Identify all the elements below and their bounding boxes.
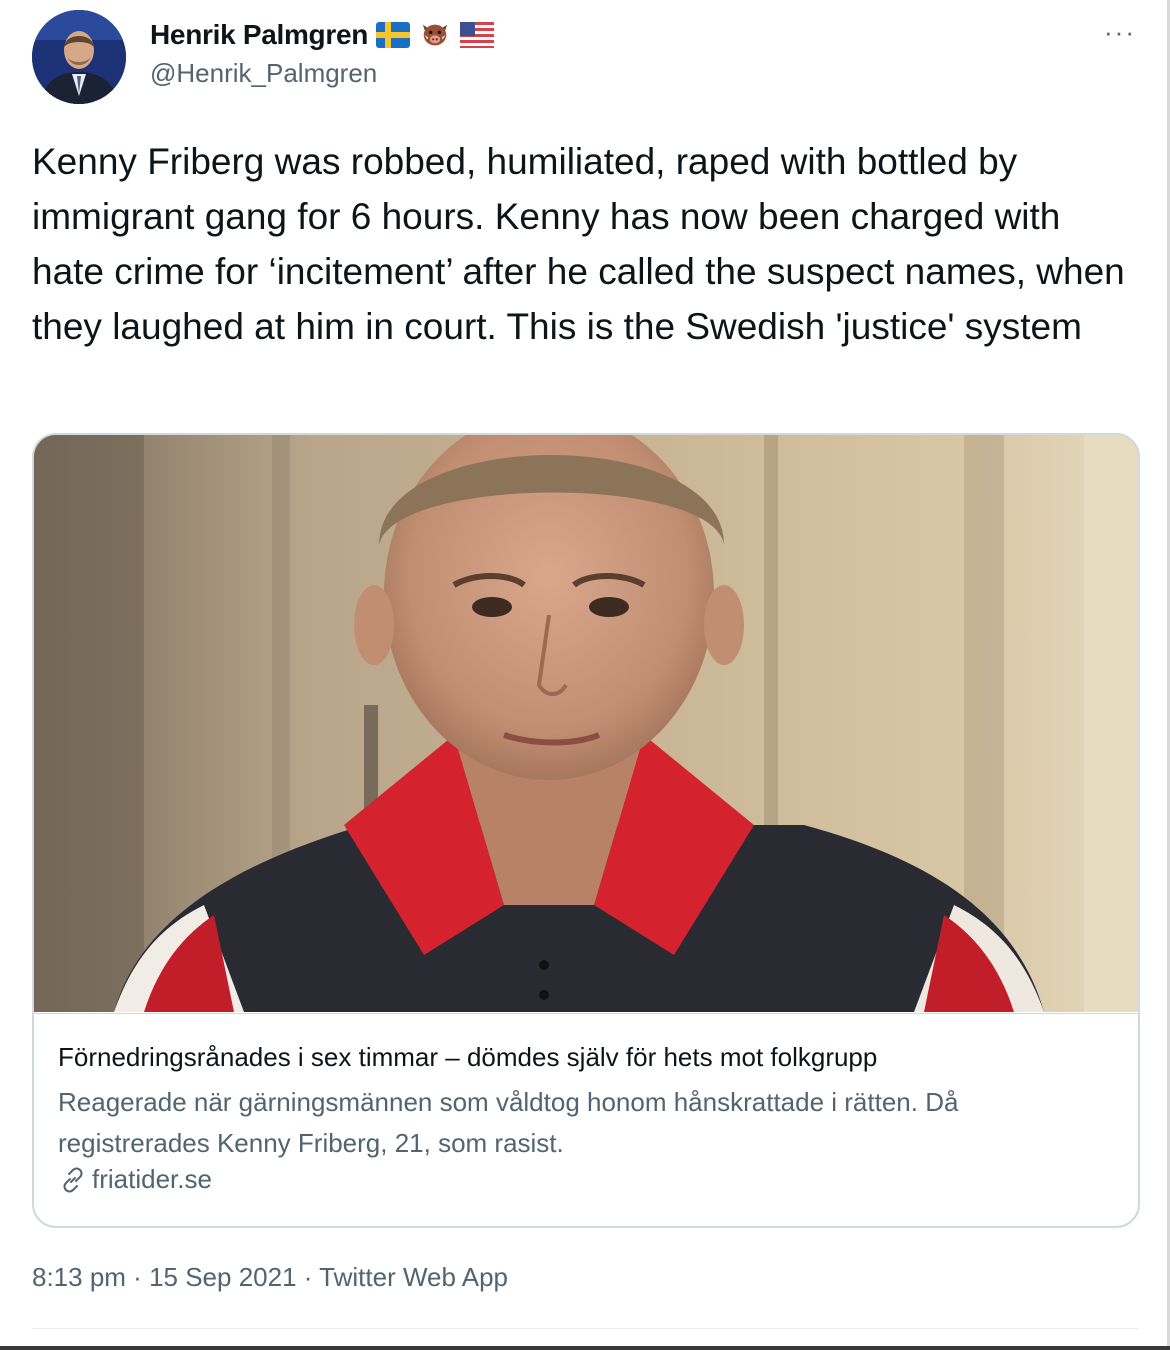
meta-separator-1: · [125,1262,150,1292]
card-title[interactable]: Förnedringsrånades i sex timmar – dömdes… [58,1042,877,1073]
meta-separator-2: · [296,1262,320,1292]
divider [32,1328,1138,1329]
window-edge-bottom [0,1346,1170,1350]
boar-icon [418,22,452,48]
card-domain-label[interactable]: friatider.se [92,1164,212,1195]
sweden-flag-icon [376,22,411,48]
card-description: Reagerade när gärningsmännen som våldtog… [58,1087,959,1158]
tweet-time[interactable]: 8:13 pm [32,1262,126,1292]
avatar-image [32,10,126,104]
avatar[interactable] [32,10,126,104]
more-options-button[interactable]: ··· [1104,19,1136,45]
tweet-text: Kenny Friberg was robbed, humiliated, ra… [32,141,1125,347]
tweet-date[interactable]: 15 Sep 2021 [149,1262,296,1292]
author-name-row[interactable]: Henrik Palmgren [150,18,495,52]
display-name[interactable]: Henrik Palmgren [150,19,368,51]
author-handle[interactable]: @Henrik_Palmgren [150,58,377,89]
card-image[interactable] [34,435,1138,1012]
tweet-source[interactable]: Twitter Web App [319,1262,508,1292]
link-icon [58,1165,88,1195]
link-card[interactable]: Förnedringsrånades i sex timmar – dömdes… [32,433,1140,1228]
tweet: Henrik Palmgren @Henrik_Palmgren ··· Ken… [0,0,1170,1350]
card-info[interactable]: Förnedringsrånades i sex timmar – dömdes… [34,1013,1138,1226]
usa-flag-icon [460,22,495,48]
tweet-meta: 8:13 pm · 15 Sep 2021 · Twitter Web App [32,1262,508,1293]
card-domain[interactable]: friatider.se [58,1164,212,1195]
